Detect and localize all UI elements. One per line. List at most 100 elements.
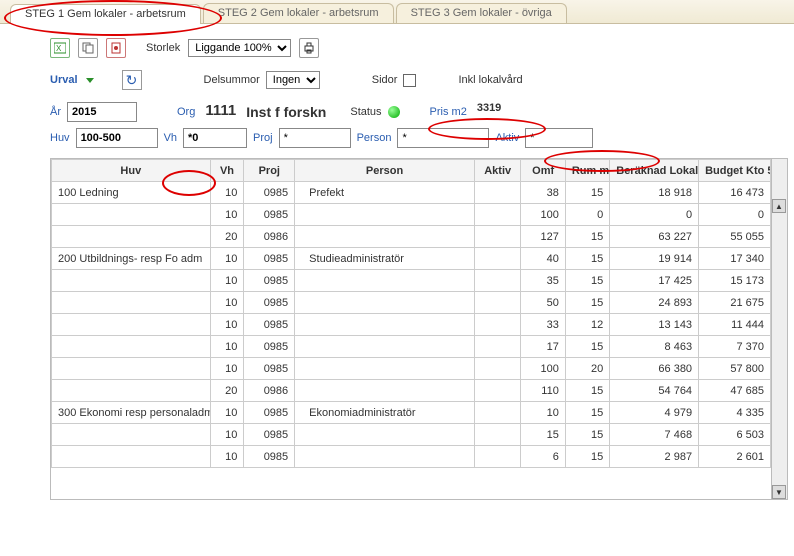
table-row[interactable]: 100985331213 14311 444: [52, 314, 771, 336]
table-row[interactable]: 100985351517 42515 173: [52, 270, 771, 292]
print-icon[interactable]: [299, 38, 319, 58]
ar-input[interactable]: [67, 102, 137, 122]
results-table-wrap: Huv Vh Proj Person Aktiv Omf Rum m2 Berä…: [50, 158, 788, 500]
sidor-checkbox[interactable]: [403, 74, 416, 87]
scroll-down-icon[interactable]: ▼: [772, 485, 786, 499]
cell-person: Prefekt: [295, 182, 475, 204]
table-row[interactable]: 100985100000: [52, 204, 771, 226]
urval-dropdown-icon[interactable]: [86, 78, 94, 83]
aktiv-input[interactable]: [525, 128, 593, 148]
cell-aktiv: [474, 248, 521, 270]
th-bud[interactable]: Budget Kto 5013: [699, 160, 771, 182]
cell-bud: 16 473: [699, 182, 771, 204]
cell-ber: 4 979: [610, 402, 699, 424]
cell-ber: 13 143: [610, 314, 699, 336]
size-select[interactable]: Liggande 100%: [188, 39, 291, 57]
cell-aktiv: [474, 314, 521, 336]
cell-aktiv: [474, 292, 521, 314]
table-row[interactable]: 2009861101554 76447 685: [52, 380, 771, 402]
cell-vh: 10: [210, 424, 244, 446]
cell-huv: [52, 424, 211, 446]
cell-bud: 57 800: [699, 358, 771, 380]
proj-input[interactable]: [279, 128, 351, 148]
th-rum[interactable]: Rum m2: [565, 160, 609, 182]
cell-rum: 15: [565, 270, 609, 292]
cell-rum: 15: [565, 248, 609, 270]
cell-person: [295, 380, 475, 402]
cell-bud: 11 444: [699, 314, 771, 336]
cell-huv: 100 Ledning: [52, 182, 211, 204]
cell-huv: [52, 204, 211, 226]
cell-proj: 0986: [244, 380, 295, 402]
tab-steg1[interactable]: STEG 1 Gem lokaler - arbetsrum: [10, 4, 201, 24]
refresh-icon[interactable]: ↻: [122, 70, 142, 90]
delsummor-label: Delsummor: [204, 74, 260, 86]
scroll-up-icon[interactable]: ▲: [772, 199, 786, 213]
copy-icon[interactable]: [78, 38, 98, 58]
cell-rum: 15: [565, 336, 609, 358]
vh-input[interactable]: [183, 128, 247, 148]
table-row[interactable]: 1009856152 9872 601: [52, 446, 771, 468]
th-person[interactable]: Person: [295, 160, 475, 182]
cell-omf: 100: [521, 204, 565, 226]
th-vh[interactable]: Vh: [210, 160, 244, 182]
huv-input[interactable]: [76, 128, 158, 148]
filter-row-3: Huv Vh Proj Person Aktiv: [0, 128, 794, 154]
sidor-label: Sidor: [372, 74, 398, 86]
scrollbar[interactable]: ▲ ▼: [771, 159, 787, 499]
table-row[interactable]: 10098515157 4686 503: [52, 424, 771, 446]
cell-person: Studieadministratör: [295, 248, 475, 270]
huv-label: Huv: [50, 132, 70, 144]
th-aktiv[interactable]: Aktiv: [474, 160, 521, 182]
cell-rum: 15: [565, 292, 609, 314]
cell-bud: 55 055: [699, 226, 771, 248]
cell-omf: 50: [521, 292, 565, 314]
excel-icon[interactable]: X: [50, 38, 70, 58]
urval-label[interactable]: Urval: [50, 74, 78, 86]
th-huv[interactable]: Huv: [52, 160, 211, 182]
cell-huv: [52, 226, 211, 248]
delsummor-select[interactable]: Ingen: [266, 71, 320, 89]
tab-steg2[interactable]: STEG 2 Gem lokaler - arbetsrum: [203, 3, 394, 23]
cell-ber: 7 468: [610, 424, 699, 446]
pdf-icon[interactable]: [106, 38, 126, 58]
inkl-lokalvard-label: Inkl lokalvård: [458, 74, 522, 86]
cell-aktiv: [474, 182, 521, 204]
table-row[interactable]: 100 Ledning100985Prefekt381518 91816 473: [52, 182, 771, 204]
cell-huv: [52, 380, 211, 402]
cell-omf: 35: [521, 270, 565, 292]
table-row[interactable]: 1009851002066 38057 800: [52, 358, 771, 380]
cell-vh: 10: [210, 402, 244, 424]
table-row[interactable]: 200 Utbildnings- resp Fo adm100985Studie…: [52, 248, 771, 270]
cell-bud: 47 685: [699, 380, 771, 402]
table-row[interactable]: 10098517158 4637 370: [52, 336, 771, 358]
cell-rum: 15: [565, 182, 609, 204]
org-label: Org: [177, 106, 195, 118]
cell-omf: 33: [521, 314, 565, 336]
person-label: Person: [357, 132, 392, 144]
person-input[interactable]: [397, 128, 489, 148]
status-indicator-icon: [388, 106, 400, 118]
cell-omf: 38: [521, 182, 565, 204]
th-ber[interactable]: Beräknad Lokalkostnad: [610, 160, 699, 182]
cell-ber: 54 764: [610, 380, 699, 402]
filter-row-1: Urval ↻ Delsummor Ingen Sidor Inkl lokal…: [0, 64, 794, 96]
table-row[interactable]: 300 Ekonomi resp personaladm100985Ekonom…: [52, 402, 771, 424]
cell-huv: [52, 292, 211, 314]
table-row[interactable]: 100985501524 89321 675: [52, 292, 771, 314]
cell-proj: 0985: [244, 336, 295, 358]
cell-huv: [52, 270, 211, 292]
cell-aktiv: [474, 204, 521, 226]
cell-vh: 10: [210, 446, 244, 468]
th-omf[interactable]: Omf: [521, 160, 565, 182]
cell-rum: 15: [565, 226, 609, 248]
cell-ber: 19 914: [610, 248, 699, 270]
tab-steg3[interactable]: STEG 3 Gem lokaler - övriga: [396, 3, 567, 23]
table-row[interactable]: 2009861271563 22755 055: [52, 226, 771, 248]
cell-person: [295, 204, 475, 226]
ar-label: År: [50, 106, 61, 118]
cell-aktiv: [474, 446, 521, 468]
th-proj[interactable]: Proj: [244, 160, 295, 182]
cell-ber: 63 227: [610, 226, 699, 248]
cell-omf: 15: [521, 424, 565, 446]
